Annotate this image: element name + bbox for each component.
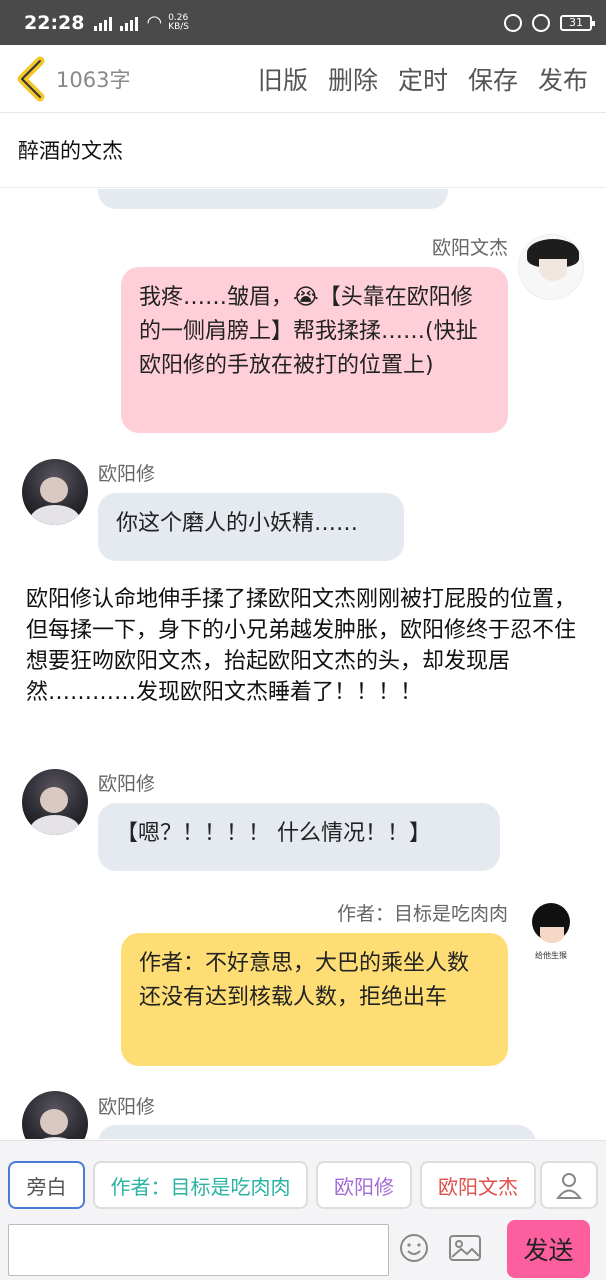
person-icon	[556, 1173, 582, 1199]
avatar-ouyang-xiu[interactable]	[22, 769, 88, 835]
net-speed: 0.26 KB/S	[168, 13, 190, 32]
toolbar-actions: 旧版 删除 定时 保存 发布	[258, 61, 588, 97]
emoji-icon[interactable]	[398, 1232, 430, 1264]
message-bubble-partial[interactable]	[98, 1125, 536, 1139]
role-narrator[interactable]: 旁白	[8, 1161, 85, 1209]
avatar-author[interactable]: 给他生猴	[518, 901, 584, 967]
back-button[interactable]	[14, 56, 50, 102]
publish-button[interactable]: 发布	[538, 61, 588, 97]
sender-name: 作者：目标是吃肉肉	[336, 903, 508, 925]
message-bubble[interactable]: 我疼……皱眉，😭【头靠在欧阳修的一侧肩膀上】帮我揉揉……(快扯欧阳修的手放在被打…	[121, 267, 508, 433]
net-speed-unit: KB/S	[168, 21, 190, 32]
input-bar: 发送	[0, 1216, 606, 1280]
save-button[interactable]: 保存	[468, 61, 518, 97]
role-ouyang-xiu[interactable]: 欧阳修	[316, 1161, 412, 1209]
signal-icon	[94, 15, 113, 31]
sender-name: 欧阳修	[98, 1096, 156, 1118]
message-bubble[interactable]: 【嗯？！！！！ 什么情况！！】	[98, 803, 500, 871]
status-time: 22:28	[24, 11, 85, 34]
add-role-button[interactable]	[540, 1161, 598, 1209]
role-selector: 旁白 作者：目标是吃肉肉 欧阳修 欧阳文杰	[0, 1140, 606, 1216]
narration-text[interactable]: 欧阳修认命地伸手揉了揉欧阳文杰刚刚被打屁股的位置，但每揉一下，身下的小兄弟越发肿…	[26, 584, 582, 708]
avatar-ouyang-xiu[interactable]	[22, 459, 88, 525]
role-author[interactable]: 作者：目标是吃肉肉	[93, 1161, 308, 1209]
image-icon[interactable]	[448, 1232, 482, 1264]
role-ouyang-wenjie[interactable]: 欧阳文杰	[420, 1161, 536, 1209]
chat-area[interactable]: 欧阳文杰 我疼……皱眉，😭【头靠在欧阳修的一侧肩膀上】帮我揉揉……(快扯欧阳修的…	[0, 189, 606, 1139]
sender-name: 欧阳修	[98, 463, 156, 485]
message-input[interactable]	[8, 1224, 389, 1276]
status-bar: 22:28 ◠ 0.26 KB/S 31	[0, 0, 606, 45]
chevron-left-icon	[17, 56, 45, 101]
signal-4g-icon	[120, 15, 139, 31]
sender-name: 欧阳文杰	[431, 237, 508, 259]
story-title[interactable]: 醉酒的文杰	[0, 113, 606, 188]
wifi-icon: ◠	[146, 12, 163, 33]
message-bubble[interactable]: 你这个磨人的小妖精……	[98, 493, 404, 561]
schedule-button[interactable]: 定时	[398, 61, 448, 97]
battery-icon: 31	[560, 14, 595, 31]
avatar-caption: 给他生猴	[535, 951, 567, 960]
editor-toolbar: 1063字 旧版 删除 定时 保存 发布	[0, 45, 606, 113]
delete-button[interactable]: 删除	[328, 61, 378, 97]
avatar-ouyang-wenjie[interactable]	[518, 234, 584, 300]
word-count: 1063字	[56, 67, 131, 92]
old-version-button[interactable]: 旧版	[258, 61, 308, 97]
message-bubble[interactable]: 作者：不好意思，大巴的乘坐人数还没有达到核载人数，拒绝出车	[121, 933, 508, 1066]
sender-name: 欧阳修	[98, 773, 156, 795]
send-button[interactable]: 发送	[507, 1220, 590, 1278]
alarm-icon	[532, 13, 550, 32]
lock-rotation-icon	[504, 13, 522, 32]
message-bubble-partial[interactable]	[98, 189, 448, 209]
avatar-ouyang-xiu[interactable]	[22, 1091, 88, 1139]
